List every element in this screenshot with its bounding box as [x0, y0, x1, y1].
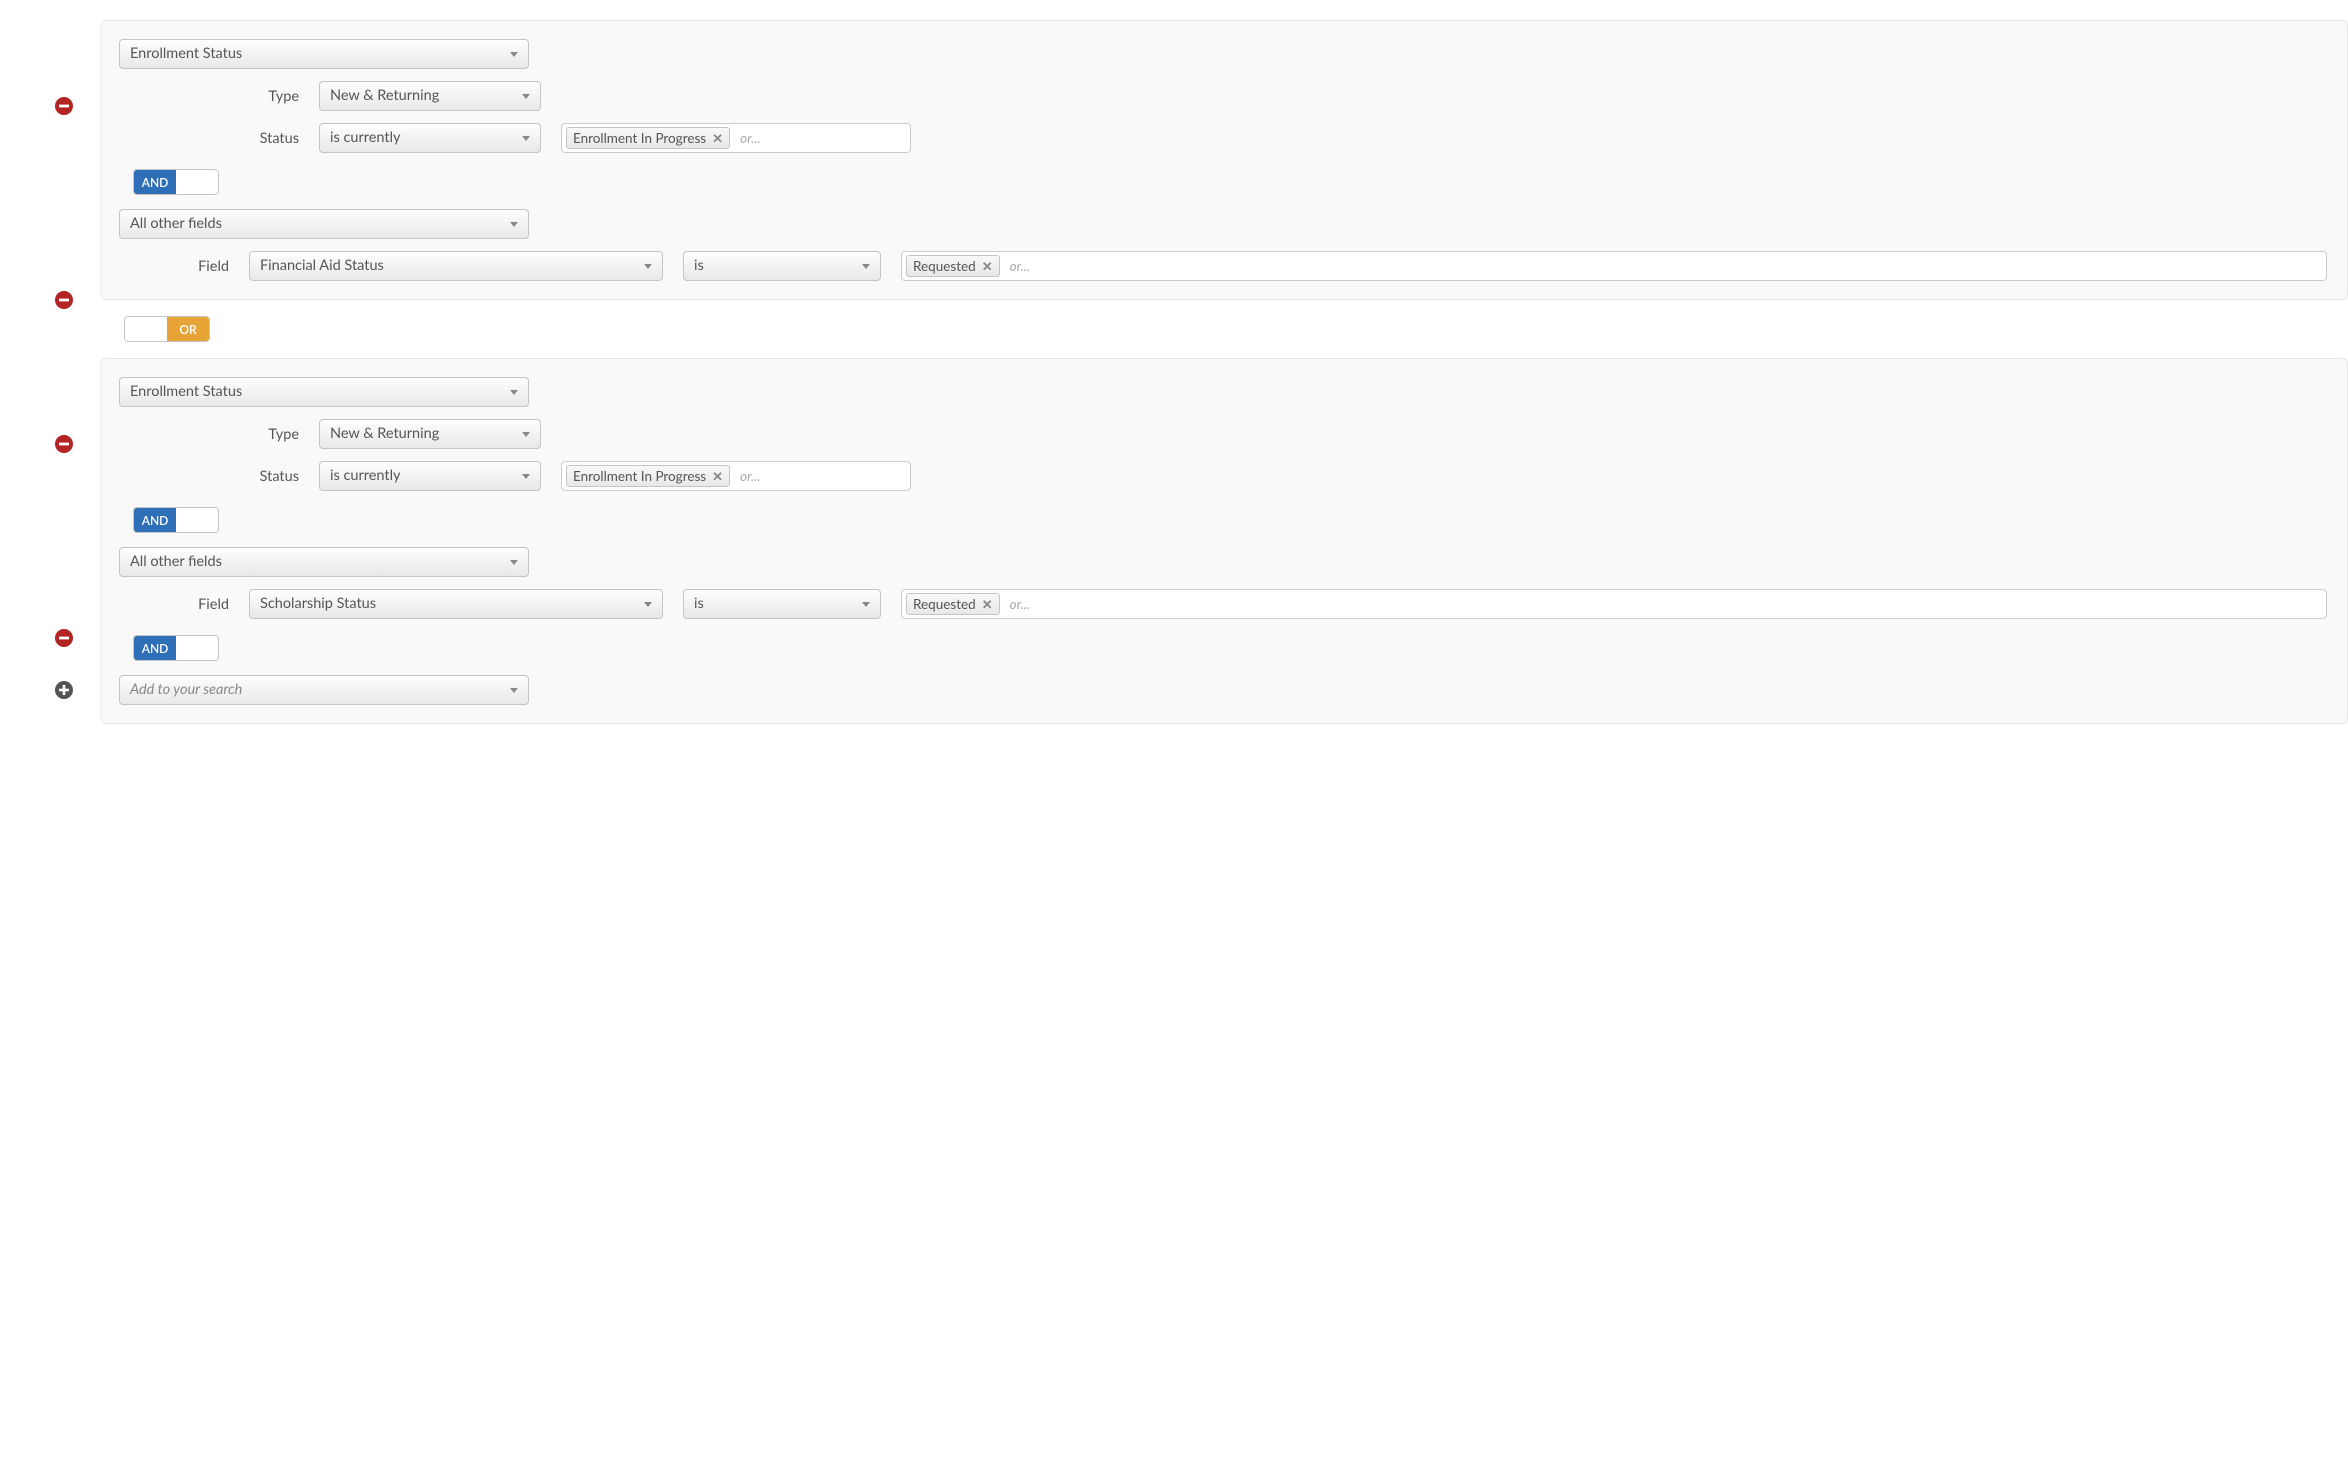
- status-tag[interactable]: Enrollment In Progress ✕: [566, 465, 730, 487]
- chevron-down-icon: [510, 688, 518, 693]
- category-select[interactable]: All other fields: [119, 209, 529, 239]
- type-select[interactable]: New & Returning: [319, 419, 541, 449]
- value-tag-label: Requested: [913, 596, 976, 612]
- search-group-2: Enrollment Status Type New & Returning S…: [100, 358, 2348, 724]
- operator-select-value: is: [694, 252, 704, 280]
- close-icon[interactable]: ✕: [712, 132, 723, 145]
- type-label: Type: [239, 88, 299, 105]
- add-to-search-placeholder: Add to your search: [130, 676, 242, 704]
- category-select-value: Enrollment Status: [130, 40, 242, 68]
- category-select[interactable]: All other fields: [119, 547, 529, 577]
- type-select-value: New & Returning: [330, 420, 439, 448]
- chevron-down-icon: [510, 390, 518, 395]
- field-select-value: Scholarship Status: [260, 590, 376, 618]
- status-label: Status: [239, 468, 299, 485]
- remove-condition-icon[interactable]: [55, 291, 73, 309]
- type-select[interactable]: New & Returning: [319, 81, 541, 111]
- category-select[interactable]: Enrollment Status: [119, 39, 529, 69]
- field-select[interactable]: Financial Aid Status: [249, 251, 663, 281]
- toggle-empty: [176, 636, 218, 660]
- value-tag[interactable]: Requested ✕: [906, 255, 1000, 277]
- field-select[interactable]: Scholarship Status: [249, 589, 663, 619]
- and-or-toggle[interactable]: AND: [133, 507, 219, 533]
- value-tag-label: Requested: [913, 258, 976, 274]
- remove-condition-icon[interactable]: [55, 435, 73, 453]
- and-or-toggle[interactable]: AND: [133, 635, 219, 661]
- search-group-1: Enrollment Status Type New & Returning S…: [100, 20, 2348, 300]
- status-tag[interactable]: Enrollment In Progress ✕: [566, 127, 730, 149]
- chevron-down-icon: [862, 602, 870, 607]
- group-and-or-toggle[interactable]: OR: [124, 316, 210, 342]
- value-tag[interactable]: Requested ✕: [906, 593, 1000, 615]
- field-select-value: Financial Aid Status: [260, 252, 384, 280]
- type-label: Type: [239, 426, 299, 443]
- status-value-input[interactable]: Enrollment In Progress ✕ or...: [561, 123, 911, 153]
- operator-select-value: is: [694, 590, 704, 618]
- toggle-empty: [176, 170, 218, 194]
- close-icon[interactable]: ✕: [712, 470, 723, 483]
- chevron-down-icon: [522, 94, 530, 99]
- add-condition-icon[interactable]: [55, 681, 73, 699]
- category-select-value: All other fields: [130, 548, 222, 576]
- toggle-and-label: AND: [134, 636, 176, 660]
- toggle-empty: [125, 317, 167, 341]
- status-operator-value: is currently: [330, 124, 400, 152]
- chevron-down-icon: [510, 52, 518, 57]
- close-icon[interactable]: ✕: [982, 598, 993, 611]
- chevron-down-icon: [644, 264, 652, 269]
- tag-placeholder: or...: [736, 130, 761, 146]
- operator-select[interactable]: is: [683, 251, 881, 281]
- toggle-and-label: AND: [134, 170, 176, 194]
- field-label: Field: [179, 596, 229, 613]
- category-select[interactable]: Enrollment Status: [119, 377, 529, 407]
- status-operator-select[interactable]: is currently: [319, 123, 541, 153]
- chevron-down-icon: [522, 136, 530, 141]
- toggle-or-label: OR: [167, 317, 209, 341]
- close-icon[interactable]: ✕: [982, 260, 993, 273]
- status-operator-value: is currently: [330, 462, 400, 490]
- remove-condition-icon[interactable]: [55, 97, 73, 115]
- value-input[interactable]: Requested ✕ or...: [901, 251, 2327, 281]
- add-to-search-select[interactable]: Add to your search: [119, 675, 529, 705]
- chevron-down-icon: [522, 432, 530, 437]
- toggle-empty: [176, 508, 218, 532]
- operator-select[interactable]: is: [683, 589, 881, 619]
- value-input[interactable]: Requested ✕ or...: [901, 589, 2327, 619]
- chevron-down-icon: [862, 264, 870, 269]
- tag-placeholder: or...: [1006, 596, 1031, 612]
- tag-placeholder: or...: [736, 468, 761, 484]
- status-value-input[interactable]: Enrollment In Progress ✕ or...: [561, 461, 911, 491]
- status-label: Status: [239, 130, 299, 147]
- status-operator-select[interactable]: is currently: [319, 461, 541, 491]
- category-select-value: All other fields: [130, 210, 222, 238]
- status-tag-label: Enrollment In Progress: [573, 130, 706, 146]
- category-select-value: Enrollment Status: [130, 378, 242, 406]
- chevron-down-icon: [510, 222, 518, 227]
- tag-placeholder: or...: [1006, 258, 1031, 274]
- remove-condition-icon[interactable]: [55, 629, 73, 647]
- chevron-down-icon: [522, 474, 530, 479]
- and-or-toggle[interactable]: AND: [133, 169, 219, 195]
- status-tag-label: Enrollment In Progress: [573, 468, 706, 484]
- type-select-value: New & Returning: [330, 82, 439, 110]
- chevron-down-icon: [510, 560, 518, 565]
- toggle-and-label: AND: [134, 508, 176, 532]
- field-label: Field: [179, 258, 229, 275]
- chevron-down-icon: [644, 602, 652, 607]
